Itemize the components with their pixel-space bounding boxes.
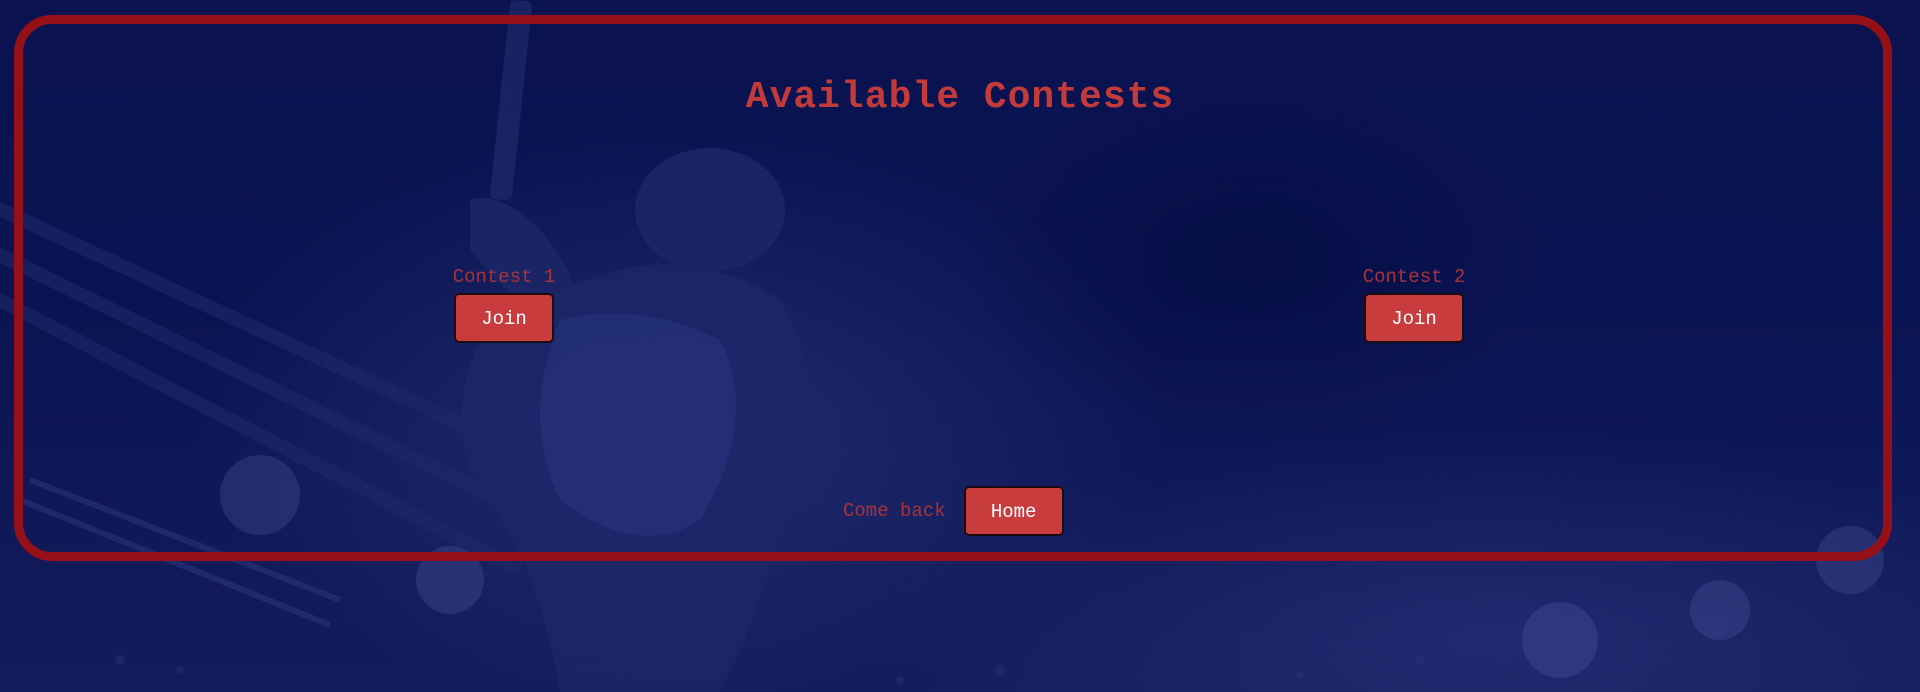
contest-label: Contest 1	[452, 266, 556, 288]
join-contest-2-button[interactable]: Join	[1364, 293, 1464, 343]
join-contest-1-button[interactable]: Join	[454, 293, 554, 343]
contest-card-2: Contest 2 Join	[1314, 265, 1514, 343]
page-title: Available Contests	[745, 76, 1175, 119]
come-back-text: Come back	[843, 500, 946, 522]
contest-label: Contest 2	[1362, 266, 1466, 288]
footer-row: Come back Home	[843, 486, 1064, 536]
contest-card-1: Contest 1 Join	[404, 265, 604, 343]
home-button[interactable]: Home	[963, 486, 1064, 536]
